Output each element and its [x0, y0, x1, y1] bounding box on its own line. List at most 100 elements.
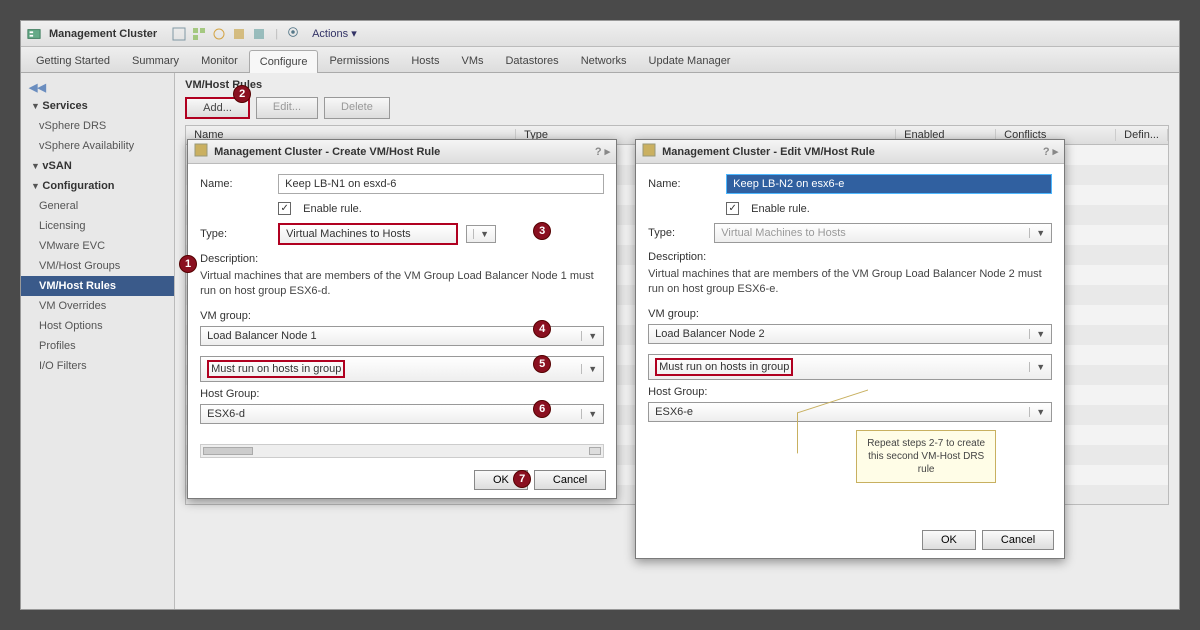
dialog2-title: Management Cluster - Edit VM/Host Rule — [662, 146, 875, 158]
sidebar: ◀◀ Services vSphere DRS vSphere Availabi… — [21, 73, 175, 609]
icon-2[interactable] — [191, 26, 207, 42]
rules-title: VM/Host Rules — [185, 79, 1169, 91]
cluster-title: Management Cluster — [49, 28, 157, 40]
tab-permissions[interactable]: Permissions — [318, 49, 400, 72]
chevron-down-icon: ▼ — [1029, 228, 1045, 238]
chevron-down-icon: ▼ — [1029, 362, 1045, 372]
type-label: Type: — [648, 227, 706, 239]
tab-update-manager[interactable]: Update Manager — [638, 49, 742, 72]
hostgroup-label: Host Group: — [200, 388, 604, 400]
create-rule-dialog: Management Cluster - Create VM/Host Rule… — [187, 139, 617, 499]
sidebar-item-drs[interactable]: vSphere DRS — [21, 116, 174, 136]
vmgroup-label: VM group: — [648, 308, 1052, 320]
dialog2-titlebar[interactable]: Management Cluster - Edit VM/Host Rule ?… — [636, 140, 1064, 164]
marker-1: 1 — [179, 255, 197, 273]
chevron-down-icon: ▼ — [581, 331, 597, 341]
cancel-button[interactable]: Cancel — [982, 530, 1054, 550]
collapse-sidebar-icon[interactable]: ◀◀ — [21, 79, 174, 96]
type-label: Type: — [200, 228, 270, 240]
dialog1-body: Name: Keep LB-N1 on esxd-6 ✓ Enable rule… — [188, 164, 616, 468]
sidebar-item-profiles[interactable]: Profiles — [21, 336, 174, 356]
sidebar-item-licensing[interactable]: Licensing — [21, 216, 174, 236]
type-combo-arrow[interactable]: ▼ — [466, 225, 496, 243]
name-label: Name: — [200, 178, 270, 190]
dialog1-footer: OK Cancel — [474, 470, 606, 490]
enable-checkbox[interactable]: ✓ — [726, 202, 739, 215]
gear-icon[interactable] — [286, 25, 300, 42]
desc-label: Description: — [648, 251, 1052, 263]
enable-label: Enable rule. — [751, 203, 810, 215]
icon-4[interactable] — [231, 26, 247, 42]
cancel-button[interactable]: Cancel — [534, 470, 606, 490]
dialog-icon — [642, 143, 656, 160]
main-area: ◀◀ Services vSphere DRS vSphere Availabi… — [21, 73, 1179, 609]
help-icon[interactable]: ? ▸ — [595, 145, 610, 158]
dialog2-body: Name: Keep LB-N2 on esx6-e ✓ Enable rule… — [636, 164, 1064, 432]
chevron-down-icon: ▼ — [1029, 329, 1045, 339]
tab-datastores[interactable]: Datastores — [494, 49, 569, 72]
button-row: Add... Edit... Delete — [185, 97, 1169, 119]
edit-rule-dialog: Management Cluster - Edit VM/Host Rule ?… — [635, 139, 1065, 559]
icon-5[interactable] — [251, 26, 267, 42]
dialog1-titlebar[interactable]: Management Cluster - Create VM/Host Rule… — [188, 140, 616, 164]
col-defined[interactable]: Defin... — [1116, 129, 1168, 141]
rule-name-input[interactable]: Keep LB-N2 on esx6-e — [726, 174, 1052, 194]
type-combo[interactable]: Virtual Machines to Hosts — [278, 223, 458, 245]
sidebar-item-hostoptions[interactable]: Host Options — [21, 316, 174, 336]
section-services[interactable]: Services — [21, 96, 174, 116]
divider: | — [275, 28, 278, 40]
annotation-callout: Repeat steps 2-7 to create this second V… — [856, 430, 996, 483]
actions-menu[interactable]: Actions ▾ — [312, 27, 357, 40]
sidebar-item-evc[interactable]: VMware EVC — [21, 236, 174, 256]
icon-3[interactable] — [211, 26, 227, 42]
sidebar-item-iofilters[interactable]: I/O Filters — [21, 356, 174, 376]
relation-value: Must run on hosts in group — [207, 360, 345, 378]
horizontal-scrollbar[interactable] — [200, 444, 604, 458]
tab-monitor[interactable]: Monitor — [190, 49, 249, 72]
help-icon[interactable]: ? ▸ — [1043, 145, 1058, 158]
chevron-down-icon: ▼ — [581, 409, 597, 419]
sidebar-item-vmoverrides[interactable]: VM Overrides — [21, 296, 174, 316]
tab-vms[interactable]: VMs — [450, 49, 494, 72]
section-configuration[interactable]: Configuration — [21, 176, 174, 196]
sidebar-item-availability[interactable]: vSphere Availability — [21, 136, 174, 156]
dialog1-title: Management Cluster - Create VM/Host Rule — [214, 146, 440, 158]
icon-1[interactable] — [171, 26, 187, 42]
desc-label: Description: — [200, 253, 604, 265]
name-label: Name: — [648, 178, 718, 190]
app-window: Management Cluster | Actions ▾ Getting S… — [20, 20, 1180, 610]
section-vsan[interactable]: vSAN — [21, 156, 174, 176]
cluster-icon — [27, 27, 41, 41]
relation-value: Must run on hosts in group — [655, 358, 793, 376]
desc-text: Virtual machines that are members of the… — [648, 267, 1052, 298]
scrollbar-arrow-right-icon[interactable] — [589, 447, 601, 455]
tab-hosts[interactable]: Hosts — [400, 49, 450, 72]
sidebar-item-vmhostrules[interactable]: VM/Host Rules — [21, 276, 174, 296]
content-pane: VM/Host Rules Add... Edit... Delete Name… — [175, 73, 1179, 609]
enable-label: Enable rule. — [303, 203, 362, 215]
chevron-down-icon: ▼ — [581, 364, 597, 374]
scrollbar-thumb[interactable] — [203, 447, 253, 455]
tab-summary[interactable]: Summary — [121, 49, 190, 72]
edit-button[interactable]: Edit... — [256, 97, 318, 119]
toolbar-icons — [171, 26, 267, 42]
tab-networks[interactable]: Networks — [570, 49, 638, 72]
dialog2-footer: OK Cancel — [922, 530, 1054, 550]
tab-configure[interactable]: Configure — [249, 50, 319, 73]
titlebar: Management Cluster | Actions ▾ — [21, 21, 1179, 47]
dialog-icon — [194, 143, 208, 160]
ok-button[interactable]: OK — [922, 530, 976, 550]
relation-combo[interactable]: Must run on hosts in group ▼ — [648, 354, 1052, 380]
type-combo[interactable]: Virtual Machines to Hosts▼ — [714, 223, 1052, 243]
chevron-down-icon: ▼ — [473, 229, 489, 239]
sidebar-item-vmhostgroups[interactable]: VM/Host Groups — [21, 256, 174, 276]
desc-text: Virtual machines that are members of the… — [200, 269, 604, 300]
chevron-down-icon: ▼ — [1029, 407, 1045, 417]
enable-checkbox[interactable]: ✓ — [278, 202, 291, 215]
tab-bar: Getting Started Summary Monitor Configur… — [21, 47, 1179, 73]
rule-name-input[interactable]: Keep LB-N1 on esxd-6 — [278, 174, 604, 194]
vmgroup-combo[interactable]: Load Balancer Node 2▼ — [648, 324, 1052, 344]
tab-getting-started[interactable]: Getting Started — [25, 49, 121, 72]
sidebar-item-general[interactable]: General — [21, 196, 174, 216]
delete-button[interactable]: Delete — [324, 97, 390, 119]
